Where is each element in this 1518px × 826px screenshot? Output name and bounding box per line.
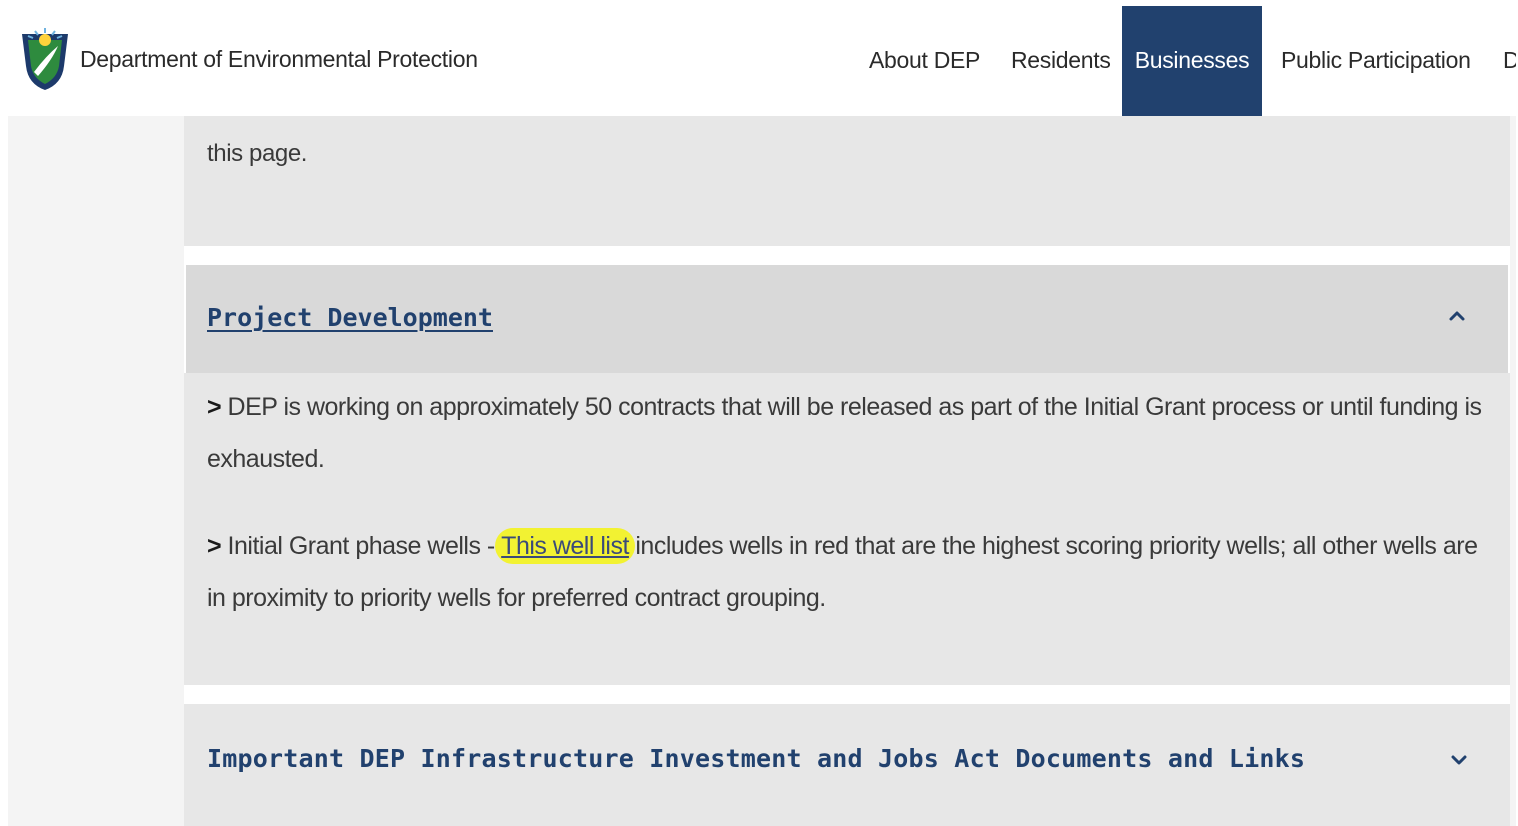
accordion-header-iija-documents[interactable]: Important DEP Infrastructure Investment … [184,704,1510,826]
accordion-title[interactable]: Project Development [207,303,493,332]
nav-about-dep[interactable]: About DEP [869,6,980,116]
paragraph-contracts: > DEP is working on approximately 50 con… [207,381,1497,485]
previous-section-text: this page. [207,140,308,167]
pa-keystone-logo-icon[interactable] [16,26,74,92]
well-list-link[interactable]: This well list [501,532,629,560]
paragraph-text: DEP is working on approximately 50 contr… [207,393,1482,473]
highlight-mark: This well list [495,528,635,564]
previous-section: this page. [184,116,1510,246]
accordion-header-project-development[interactable]: Project Development [186,265,1508,373]
nav-businesses[interactable]: Businesses [1122,6,1262,116]
nav-public-participation[interactable]: Public Participation [1281,6,1471,116]
bullet-marker: > [207,393,228,421]
paragraph-text-before: Initial Grant phase wells - [227,532,502,560]
agency-name[interactable]: Department of Environmental Protection [80,46,478,73]
bullet-marker: > [207,532,228,560]
accordion-title[interactable]: Important DEP Infrastructure Investment … [207,744,1305,773]
browser-viewport: Department of Environmental Protection A… [8,6,1516,826]
accordion-body-project-development: > DEP is working on approximately 50 con… [184,373,1510,685]
paragraph-well-list: > Initial Grant phase wells - This well … [207,520,1497,624]
chevron-up-icon[interactable] [1446,305,1468,327]
chevron-down-icon[interactable] [1448,749,1470,771]
content-panel: this page. Project Development > DEP is … [184,116,1510,826]
nav-truncated-item[interactable]: D [1503,6,1516,116]
nav-residents[interactable]: Residents [1011,6,1111,116]
site-header: Department of Environmental Protection A… [8,6,1516,116]
